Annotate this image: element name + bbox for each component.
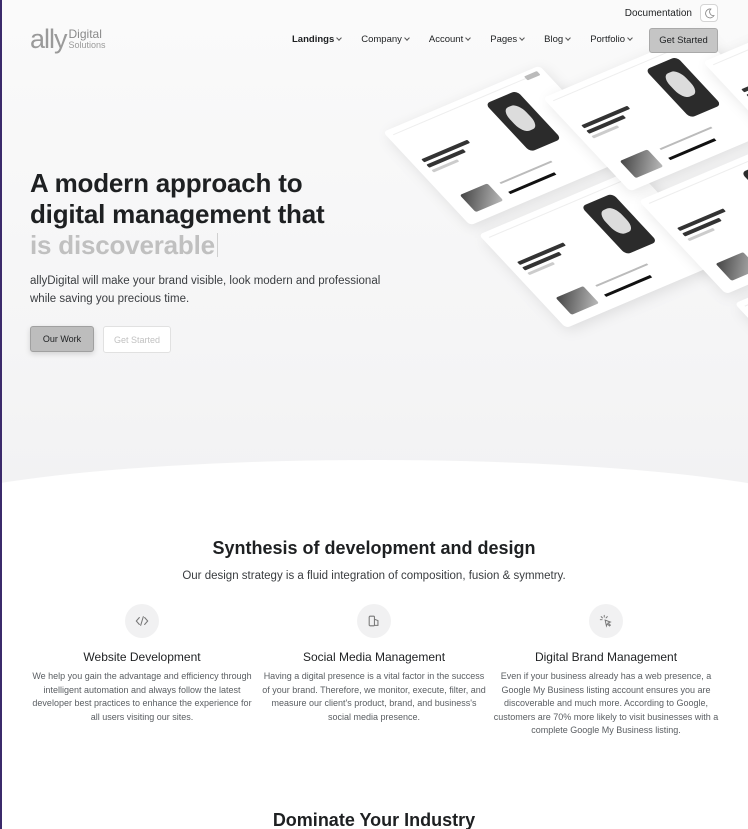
- top-bar: Documentation: [0, 0, 748, 28]
- feature-text: We help you gain the advantage and effic…: [32, 671, 252, 722]
- logo-wordmark: ally: [30, 24, 68, 54]
- features-subtitle: Our design strategy is a fluid integrati…: [182, 570, 566, 582]
- dark-mode-toggle[interactable]: [700, 4, 718, 22]
- social-media-icon: [357, 604, 391, 638]
- hero-title-line-2: digital management that: [30, 199, 325, 229]
- nav-item-company[interactable]: Company: [361, 34, 410, 45]
- documentation-link[interactable]: Documentation: [625, 8, 692, 19]
- feature-title: Social Media Management: [302, 650, 446, 664]
- nav-item-blog[interactable]: Blog: [544, 34, 572, 45]
- feature-social-media-management: Social Media Management Having a digital…: [259, 604, 489, 724]
- chevron-down-icon: [565, 35, 572, 41]
- window-edge: [0, 0, 2, 829]
- feature-text: Having a digital presence is a vital fac…: [262, 671, 486, 722]
- nav-item-portfolio[interactable]: Portfolio: [590, 34, 633, 45]
- our-work-button[interactable]: Our Work: [30, 326, 94, 352]
- template-mockups-image: [365, 0, 748, 485]
- moon-icon: [704, 8, 715, 18]
- nav-get-started-button[interactable]: Get Started: [649, 28, 718, 53]
- chevron-down-icon: [519, 35, 526, 41]
- code-icon: [125, 604, 159, 638]
- feature-title: Website Development: [83, 650, 201, 664]
- hero-title-line-1: A modern approach to: [30, 168, 303, 198]
- hero-title: A modern approach to digital management …: [30, 168, 325, 261]
- logo-subtitle: Digital Solutions: [68, 27, 106, 50]
- hero-description: allyDigital will make your brand visible…: [30, 275, 381, 305]
- feature-text: Even if your business already has a web …: [493, 671, 719, 736]
- chevron-down-icon: [627, 35, 633, 41]
- features-title: Synthesis of development and design: [212, 538, 536, 558]
- nav-item-pages[interactable]: Pages: [490, 34, 526, 45]
- hero-title-accent: is discoverable: [30, 230, 215, 260]
- hero-get-started-button[interactable]: Get Started: [103, 326, 171, 353]
- hero-section: A modern approach to digital management …: [0, 0, 748, 485]
- feature-website-development: Website Development We help you gain the…: [27, 604, 257, 724]
- nav-item-account[interactable]: Account: [429, 34, 472, 45]
- nav-menu: Landings Company Account Pages Blog Port…: [292, 34, 652, 45]
- cursor-click-icon: [589, 604, 623, 638]
- nav-item-landings[interactable]: Landings: [292, 34, 343, 45]
- chevron-down-icon: [465, 35, 472, 41]
- typing-cursor: [216, 233, 218, 257]
- chevron-down-icon: [336, 35, 343, 41]
- industry-section-title: Dominate Your Industry: [272, 810, 476, 829]
- chevron-down-icon: [404, 35, 410, 41]
- feature-digital-brand-management: Digital Brand Management Even if your bu…: [491, 604, 721, 738]
- main-navbar: ally Digital Solutions Landings Company …: [0, 26, 748, 54]
- brand-logo[interactable]: ally Digital Solutions: [30, 26, 106, 53]
- feature-title: Digital Brand Management: [534, 650, 678, 664]
